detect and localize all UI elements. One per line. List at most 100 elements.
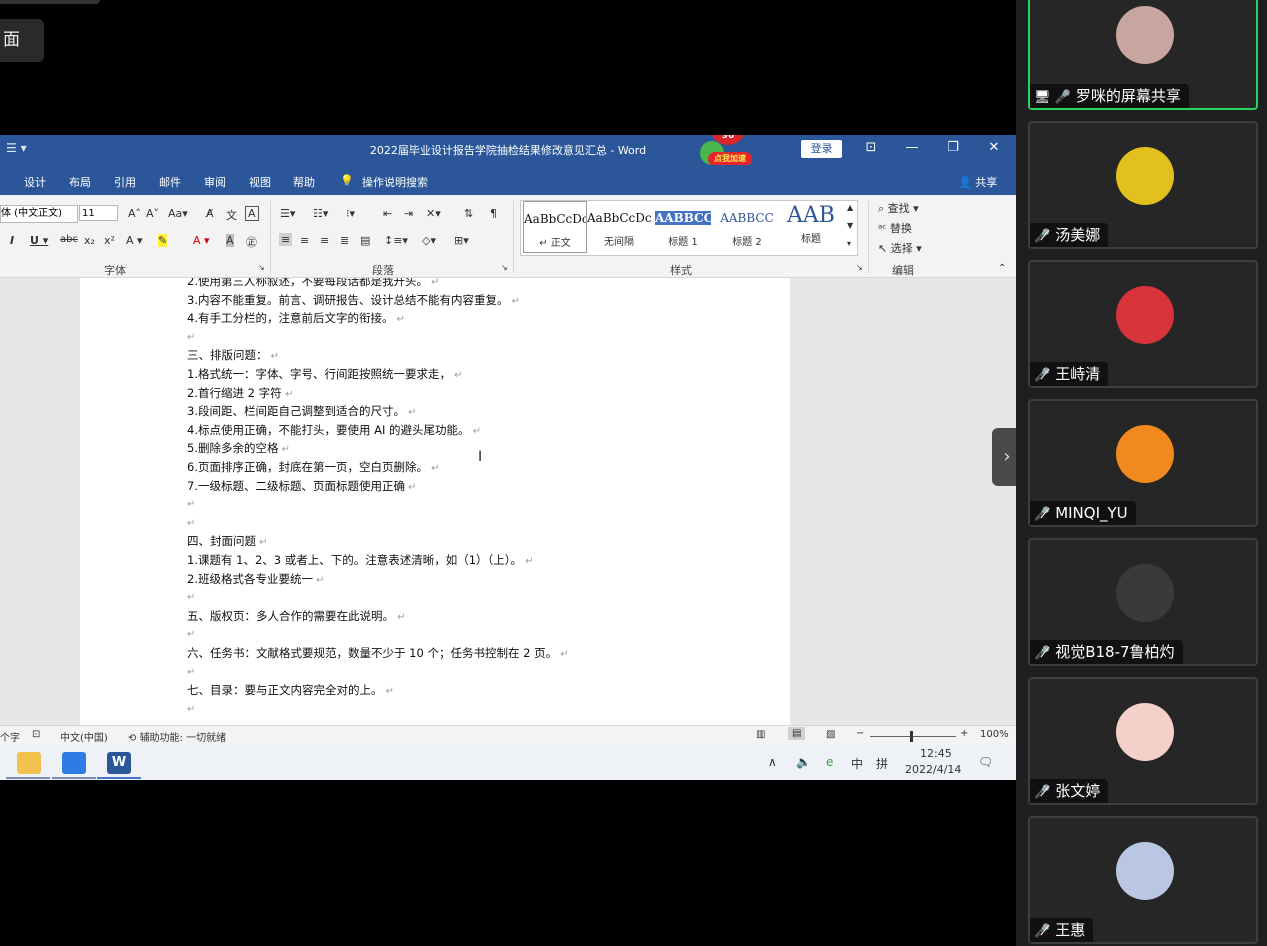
styles-scroll-down-icon[interactable]: ▼ <box>847 221 853 230</box>
font-dialog-launcher-icon[interactable]: ↘ <box>258 263 265 272</box>
align-right-icon[interactable]: ≡ <box>320 234 329 247</box>
document-line: 五、版权页：多人合作的需要在此说明。 ↵ <box>187 608 406 624</box>
clear-format-icon[interactable]: A̸ <box>206 207 214 220</box>
tab-review[interactable]: 审阅 <box>204 174 226 190</box>
participant-tile[interactable]: 🎤̸ 王峙清 <box>1028 260 1258 388</box>
participant-tile[interactable]: 🎤̸ 张文婷 <box>1028 677 1258 805</box>
show-marks-icon[interactable]: ¶ <box>490 207 497 220</box>
multilevel-list-icon[interactable]: ⁝▾ <box>346 207 355 220</box>
meeting-app-icon[interactable] <box>62 752 86 774</box>
tab-view[interactable]: 视图 <box>249 174 271 190</box>
print-layout-icon[interactable]: ▤ <box>788 727 806 740</box>
browser-icon[interactable]: e <box>826 755 833 769</box>
ribbon-display-icon[interactable]: ⊡ <box>861 140 881 155</box>
numbering-icon[interactable]: ☷▾ <box>313 207 328 220</box>
align-center-icon[interactable]: ≡ <box>300 234 309 247</box>
tab-layout[interactable]: 布局 <box>69 174 91 190</box>
zoom-slider-thumb[interactable] <box>910 731 913 742</box>
document-page[interactable]: 2.使用第三人称叙述，不要每段话都是我开头。 ↵ 3.内容不能重复。前言、调研报告… <box>80 278 790 725</box>
shrink-font-icon[interactable]: A˅ <box>146 207 159 220</box>
replace-button[interactable]: ᵃᶜ 替换 <box>878 220 912 236</box>
underline-icon[interactable]: U ▾ <box>30 234 48 247</box>
paragraph-dialog-launcher-icon[interactable]: ↘ <box>501 263 508 272</box>
language-status[interactable]: 中文(中国) <box>60 729 108 744</box>
word-count[interactable]: 个字 <box>0 729 20 744</box>
find-button[interactable]: ⌕ 查找 ▾ <box>878 200 919 216</box>
increase-indent-icon[interactable]: ⇥ <box>404 207 413 220</box>
participant-tile[interactable]: 🎤̸ MINQI_YU <box>1028 399 1258 527</box>
style-heading-2[interactable]: AABBCC 标题 2 <box>715 201 779 253</box>
styles-dialog-launcher-icon[interactable]: ↘ <box>856 263 863 272</box>
read-mode-icon[interactable]: ▥ <box>756 729 765 740</box>
change-case-icon[interactable]: Aa▾ <box>168 207 188 220</box>
collapse-ribbon-icon[interactable]: ⌃ <box>998 263 1006 274</box>
char-border-icon[interactable]: A <box>245 206 259 221</box>
align-left-icon[interactable]: ≡ <box>279 233 293 246</box>
overlay-chip[interactable]: 面 <box>0 19 44 62</box>
close-icon[interactable]: ✕ <box>984 140 1004 155</box>
participant-tile[interactable]: 🎤̸ 王惠 <box>1028 816 1258 944</box>
select-button[interactable]: ↖ 选择 ▾ <box>878 240 922 256</box>
font-size-select[interactable]: 11 <box>79 205 118 221</box>
char-shading-icon[interactable]: A <box>226 234 234 247</box>
tray-expand-icon[interactable]: ∧ <box>768 755 777 769</box>
tab-design[interactable]: 设计 <box>24 174 46 190</box>
justify-icon[interactable]: ≣ <box>340 234 349 247</box>
document-line: 1.课题有 1、2、3 或者上、下的。注意表述清晰，如（1）（上）。 ↵ <box>187 552 534 568</box>
distributed-icon[interactable]: ▤ <box>360 234 370 247</box>
style-heading-1[interactable]: AABBCC 标题 1 <box>651 201 715 253</box>
participant-tile[interactable]: 🖥 🎤 罗咪的屏幕共享 <box>1028 0 1258 110</box>
notification-icon[interactable]: 🗨 <box>978 755 993 769</box>
style-title[interactable]: AAB 标题 <box>779 201 843 253</box>
ime-pinyin[interactable]: 拼 <box>876 755 888 772</box>
chinese-layout-icon[interactable]: ✕▾ <box>426 207 441 220</box>
file-explorer-icon[interactable] <box>17 752 41 774</box>
clock-time[interactable]: 12:45 <box>920 747 952 760</box>
restore-icon[interactable]: ❐ <box>943 140 963 155</box>
bullets-icon[interactable]: ☰▾ <box>280 207 295 220</box>
style-normal[interactable]: AaBbCcDc ↵ 正文 <box>523 201 587 253</box>
line-text: 2.班级格式各专业要统一 <box>187 571 313 586</box>
italic-icon[interactable]: I <box>10 234 14 247</box>
document-line: 2.首行缩进 2 字符 ↵ <box>187 385 294 401</box>
grow-font-icon[interactable]: A˄ <box>128 207 141 220</box>
proofing-icon[interactable]: ⊡ <box>32 729 40 740</box>
text-effects-icon[interactable]: A ▾ <box>126 234 143 247</box>
minimize-icon[interactable]: — <box>902 140 922 155</box>
font-name-select[interactable]: 体 (中文正文) <box>0 205 78 223</box>
share-button[interactable]: 👤 共享 <box>958 174 997 190</box>
strikethrough-icon[interactable]: abc <box>60 234 78 245</box>
superscript-icon[interactable]: x² <box>104 234 115 247</box>
volume-icon[interactable]: 🔈 <box>796 755 811 769</box>
tab-references[interactable]: 引用 <box>114 174 136 190</box>
login-button[interactable]: 登录 <box>801 140 842 158</box>
zoom-level[interactable]: 100% <box>980 729 1009 740</box>
tell-me-search[interactable]: 操作说明搜索 <box>362 174 428 190</box>
ime-mode[interactable]: 中 <box>851 755 863 772</box>
web-layout-icon[interactable]: ▧ <box>826 729 835 740</box>
font-color-icon[interactable]: A ▾ <box>193 234 210 247</box>
zoom-out-icon[interactable]: − <box>856 728 864 739</box>
participant-name: 汤美娜 <box>1055 226 1101 244</box>
clock-date[interactable]: 2022/4/14 <box>905 763 961 776</box>
tab-help[interactable]: 帮助 <box>293 174 315 190</box>
word-app-icon[interactable]: W <box>107 752 131 774</box>
zoom-in-icon[interactable]: + <box>960 728 968 739</box>
style-no-spacing[interactable]: AaBbCcDc 无间隔 <box>587 201 651 253</box>
sort-icon[interactable]: ⇅ <box>464 207 473 220</box>
participant-tile[interactable]: 🎤̸ 视觉B18-7鲁柏灼 <box>1028 538 1258 666</box>
enclose-char-icon[interactable]: ㊣ <box>246 234 257 250</box>
phonetic-guide-icon[interactable]: 文 <box>226 207 237 223</box>
tab-mailings[interactable]: 邮件 <box>159 174 181 190</box>
borders-icon[interactable]: ⊞▾ <box>454 234 469 247</box>
shading-icon[interactable]: ◇▾ <box>422 234 436 247</box>
subscript-icon[interactable]: x₂ <box>84 234 95 247</box>
accessibility-status[interactable]: ⟲ 辅助功能: 一切就绪 <box>128 729 226 744</box>
zoom-slider[interactable] <box>870 736 956 737</box>
participant-tile[interactable]: 🎤̸ 汤美娜 <box>1028 121 1258 249</box>
decrease-indent-icon[interactable]: ⇤ <box>383 207 392 220</box>
line-spacing-icon[interactable]: ↕≡▾ <box>384 234 408 247</box>
styles-more-icon[interactable]: ▾ <box>847 239 851 248</box>
styles-scroll-up-icon[interactable]: ▲ <box>847 203 853 212</box>
highlight-icon[interactable]: ✎ <box>158 234 168 247</box>
